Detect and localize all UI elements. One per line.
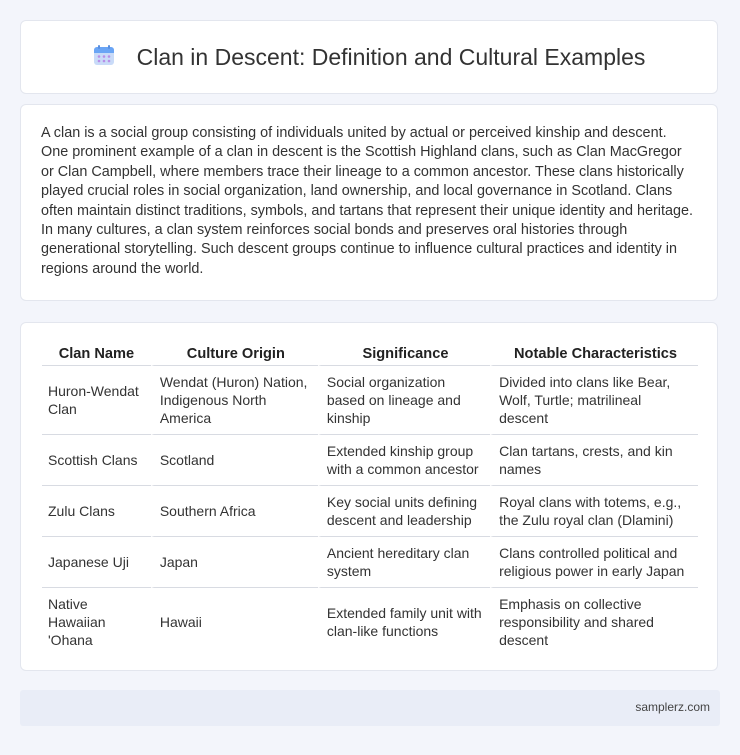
footer-bar: samplerz.com <box>20 690 720 726</box>
cell-clan-name: Huron-Wendat Clan <box>42 366 151 435</box>
cell-culture-origin: Southern Africa <box>150 486 318 537</box>
intro-paragraph: A clan is a social group consisting of i… <box>41 125 693 277</box>
table-card: Clan Name Culture Origin Significance No… <box>20 322 718 671</box>
cell-significance: Extended kinship group with a common anc… <box>317 435 491 486</box>
header-significance: Significance <box>317 343 491 366</box>
cell-culture-origin: Scotland <box>150 435 318 486</box>
header-culture-origin: Culture Origin <box>150 343 318 366</box>
table-row: Huron-Wendat Clan Wendat (Huron) Nation,… <box>42 366 698 435</box>
cell-notable-characteristics: Emphasis on collective responsibility an… <box>490 588 698 656</box>
intro-card: A clan is a social group consisting of i… <box>20 104 718 301</box>
cell-clan-name: Zulu Clans <box>42 486 151 537</box>
cell-clan-name: Japanese Uji <box>42 537 151 588</box>
header-notable-characteristics: Notable Characteristics <box>490 343 698 366</box>
title-row: Clan in Descent: Definition and Cultural… <box>93 43 646 71</box>
calendar-icon <box>93 44 115 71</box>
table-row: Native Hawaiian 'Ohana Hawaii Extended f… <box>42 588 698 656</box>
cell-significance: Ancient hereditary clan system <box>317 537 491 588</box>
clan-table: Clan Name Culture Origin Significance No… <box>42 343 698 656</box>
table-row: Scottish Clans Scotland Extended kinship… <box>42 435 698 486</box>
footer-site-link[interactable]: samplerz.com <box>635 700 710 714</box>
cell-clan-name: Native Hawaiian 'Ohana <box>48 596 106 648</box>
header-clan-name: Clan Name <box>42 343 151 366</box>
cell-significance: Key social units defining descent and le… <box>317 486 491 537</box>
cell-culture-origin: Hawaii <box>150 588 318 656</box>
cell-significance: Social organization based on lineage and… <box>317 366 491 435</box>
cell-notable-characteristics: Divided into clans like Bear, Wolf, Turt… <box>490 366 698 435</box>
cell-culture-origin: Wendat (Huron) Nation, Indigenous North … <box>150 366 318 435</box>
cell-notable-characteristics: Royal clans with totems, e.g., the Zulu … <box>490 486 698 537</box>
cell-clan-name: Scottish Clans <box>42 435 151 486</box>
table-row: Zulu Clans Southern Africa Key social un… <box>42 486 698 537</box>
cell-notable-characteristics: Clans controlled political and religious… <box>490 537 698 588</box>
cell-significance: Extended family unit with clan-like func… <box>317 588 490 656</box>
table-row: Japanese Uji Japan Ancient hereditary cl… <box>42 537 698 588</box>
cell-culture-origin: Japan <box>150 537 318 588</box>
page-title: Clan in Descent: Definition and Cultural… <box>136 43 646 70</box>
table-header-row: Clan Name Culture Origin Significance No… <box>42 343 698 366</box>
cell-notable-characteristics: Clan tartans, crests, and kin names <box>490 435 698 486</box>
title-card: Clan in Descent: Definition and Cultural… <box>20 20 718 94</box>
